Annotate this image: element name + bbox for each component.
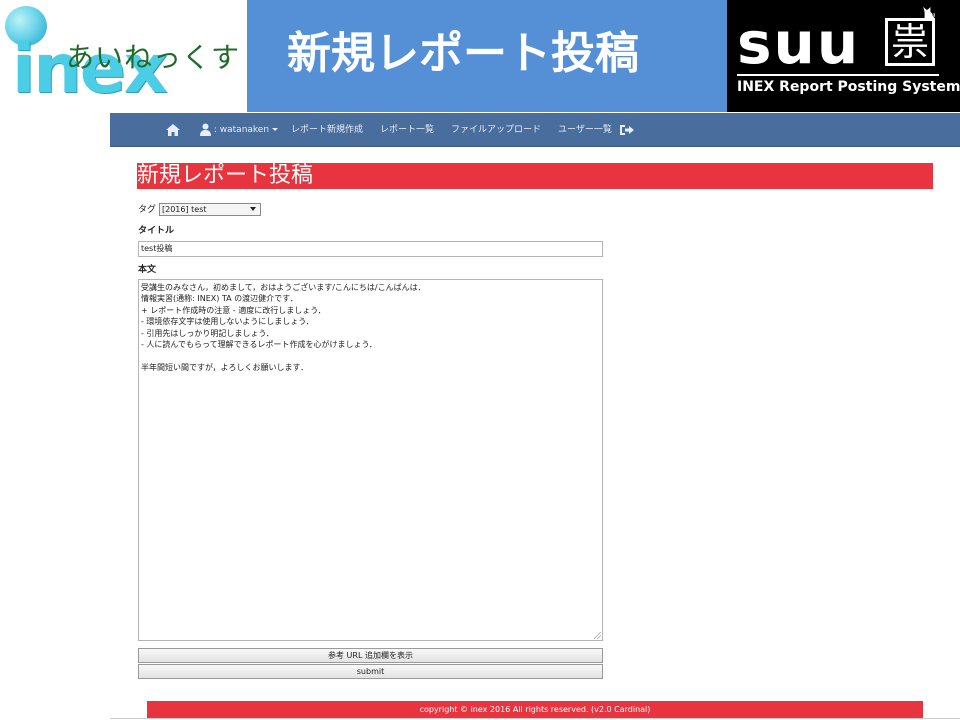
body-line: + レポート作成時の注意 - 適度に改行しましょう．	[141, 305, 326, 315]
body-label: 本文	[138, 265, 157, 275]
suu-subtitle: INEX Report Posting System	[737, 79, 960, 95]
page-title: 新規レポート投稿	[137, 163, 933, 189]
nav-new-report[interactable]: レポート新規作成	[291, 113, 363, 147]
inex-logo: inex あいねっくす	[0, 0, 247, 112]
cat-icon	[923, 6, 935, 20]
slide-title-bar: 新規レポート投稿	[247, 0, 727, 112]
sign-out-icon	[620, 124, 634, 135]
nav-user-list[interactable]: ユーザー一覧	[558, 113, 612, 147]
tag-label: タグ	[138, 205, 157, 215]
logo-kana: あいねっくす	[66, 41, 241, 74]
show-ref-url-button[interactable]: 参考 URL 追加欄を表示	[138, 648, 603, 663]
nav-user-label: : watanaken	[213, 125, 270, 135]
nav-home[interactable]	[166, 113, 182, 147]
title-input[interactable]: test投稿	[138, 241, 603, 257]
app-screenshot: : watanaken レポート新規作成 レポート一覧 ファイルアップロード ユ…	[110, 113, 960, 720]
body-line	[141, 350, 600, 361]
nav-logout[interactable]	[620, 113, 636, 147]
chevron-down-icon	[272, 128, 279, 131]
submit-button[interactable]: submit	[138, 664, 603, 679]
body-line: 情報実習(通称: INEX) TA の渡辺健介です．	[141, 294, 298, 304]
body-line: - 引用先はしっかり明記しましょう．	[141, 328, 274, 338]
body-line: - 人に読んでもらって理解できるレポート作成を心がけましょう．	[141, 339, 377, 349]
slide-title: 新規レポート投稿	[287, 28, 639, 79]
navbar: : watanaken レポート新規作成 レポート一覧 ファイルアップロード ユ…	[110, 113, 960, 147]
footer: copyright © inex 2016 All rights reserve…	[147, 701, 923, 718]
body-line: 受講生のみなさん，初めまして，おはようございます/こんにちは/こんばんは．	[141, 283, 426, 292]
resize-grip[interactable]	[594, 632, 601, 639]
tag-select[interactable]: [2016] test	[159, 203, 261, 216]
suu-word: suu	[737, 9, 861, 77]
footer-divider	[110, 718, 960, 719]
nav-user-menu[interactable]: : watanaken	[200, 113, 279, 147]
suu-kanji: 祟	[885, 18, 935, 66]
nav-report-list[interactable]: レポート一覧	[380, 113, 434, 147]
title-label: タイトル	[138, 226, 175, 236]
suu-divider	[737, 74, 939, 76]
tag-select-value: [2016] test	[162, 205, 207, 214]
nav-file-upload[interactable]: ファイルアップロード	[451, 113, 541, 147]
body-textarea[interactable]: 受講生のみなさん，初めまして，おはようございます/こんにちは/こんばんは． 情報…	[138, 279, 603, 641]
user-icon	[200, 123, 211, 136]
body-line: - 環境依存文字は使用しないようにしましょう．	[141, 317, 314, 327]
suu-logo: suu 祟 INEX Report Posting System	[727, 0, 960, 112]
select-arrow-icon	[250, 207, 256, 211]
body-line: 半年間短い間ですが，よろしくお願いします．	[141, 362, 309, 372]
home-icon	[166, 123, 180, 136]
